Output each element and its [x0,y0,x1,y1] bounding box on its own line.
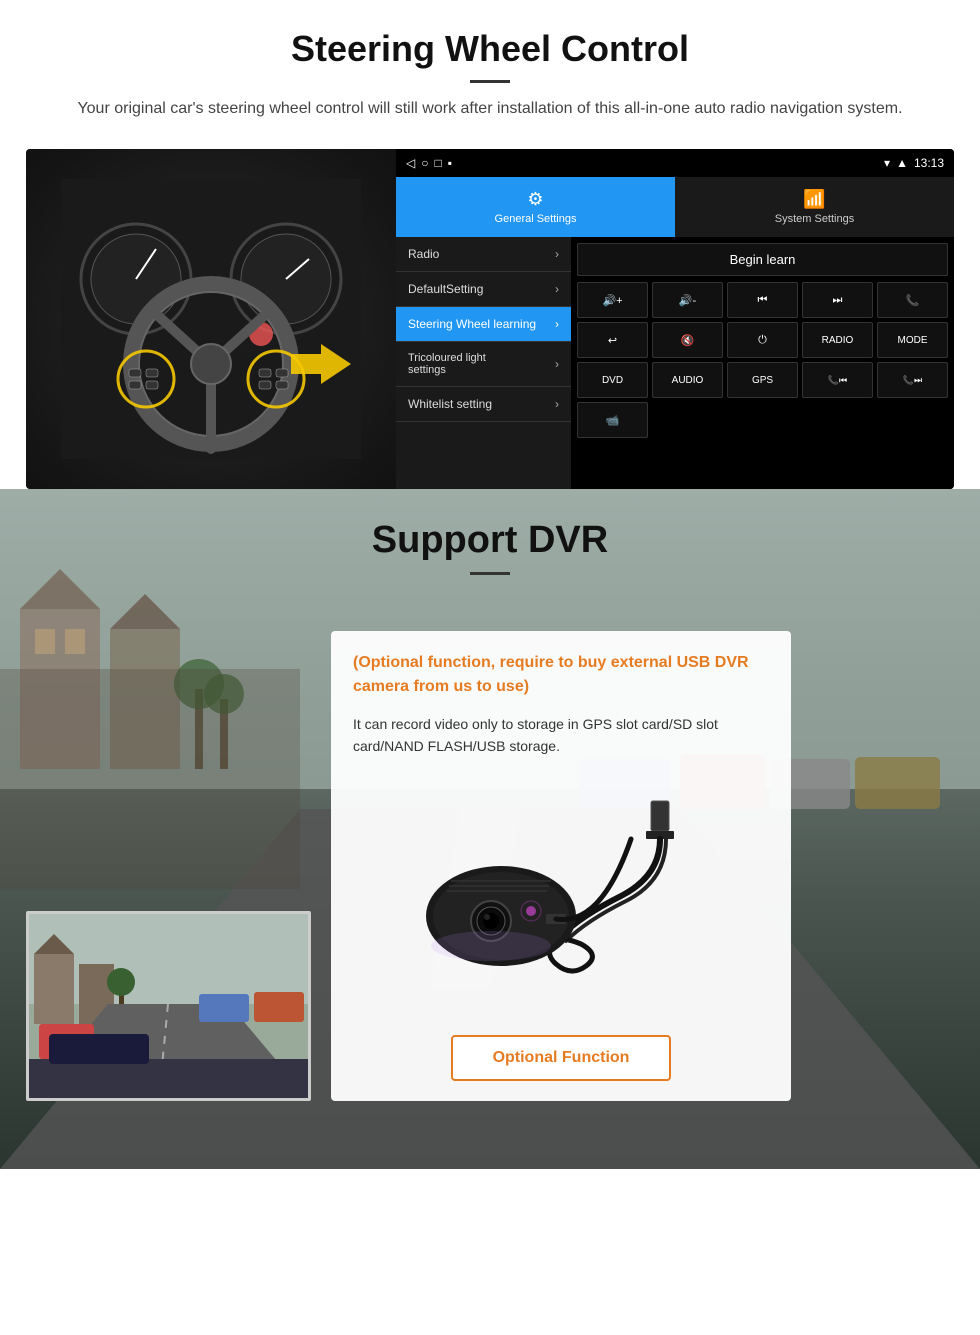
call-prev-button[interactable]: 📞⏮ [802,362,873,398]
settings-gear-icon: ⚙ [527,189,543,210]
dvr-thumbnail [26,911,311,1101]
nav-record-icon: ▪ [448,156,452,170]
chevron-right-icon-3: › [555,317,559,331]
tab-general-settings[interactable]: ⚙ General Settings [396,177,675,237]
menu-item-tricolour[interactable]: Tricoloured lightsettings › [396,342,571,387]
vol-up-button[interactable]: 🔊+ [577,282,648,318]
title-divider [470,80,510,83]
android-ui: ◁ ○ □ ▪ ▾ ▲ 13:13 ⚙ General Settings 📶 S… [396,149,954,489]
android-statusbar: ◁ ○ □ ▪ ▾ ▲ 13:13 [396,149,954,177]
menu-item-steering[interactable]: Steering Wheel learning › [396,307,571,342]
control-panel: Begin learn 🔊+ 🔊- ⏮ ⏭ 📞 ↩ 🔇 ⏻ RADIO MODE… [571,237,954,489]
chevron-right-icon-5: › [555,397,559,411]
next-button[interactable]: ⏭ [802,282,873,318]
chevron-right-icon-2: › [555,282,559,296]
control-buttons-grid: 🔊+ 🔊- ⏮ ⏭ 📞 ↩ 🔇 ⏻ RADIO MODE DVD AUDIO G… [577,282,948,438]
menu-item-radio[interactable]: Radio › [396,237,571,272]
menu-radio-label: Radio [408,247,439,261]
power-button[interactable]: ⏻ [727,322,798,358]
menu-steering-label: Steering Wheel learning [408,317,536,331]
menu-default-label: DefaultSetting [408,282,483,296]
android-content: Radio › DefaultSetting › Steering Wheel … [396,237,954,489]
dvr-button[interactable]: 📹 [577,402,648,438]
status-time: 13:13 [914,156,944,170]
call-button[interactable]: 📞 [877,282,948,318]
call-next-button[interactable]: 📞⏭ [877,362,948,398]
swc-screenshot: ◁ ○ □ ▪ ▾ ▲ 13:13 ⚙ General Settings 📶 S… [26,149,954,489]
system-icon: 📶 [803,189,825,210]
dvr-info-box: (Optional function, require to buy exter… [331,631,791,1101]
swc-header: Steering Wheel Control Your original car… [0,0,980,131]
android-tabs: ⚙ General Settings 📶 System Settings [396,177,954,237]
page-title: Steering Wheel Control [60,28,920,70]
begin-learn-button[interactable]: Begin learn [577,243,948,276]
menu-tricolour-label: Tricoloured lightsettings [408,352,486,376]
vol-down-button[interactable]: 🔊- [652,282,723,318]
dvr-description: It can record video only to storage in G… [353,713,769,758]
dvr-title-divider [470,572,510,575]
dvr-title-area: Support DVR [0,489,980,591]
dvr-thumb-content [29,914,308,1098]
begin-learn-row: Begin learn [577,243,948,276]
chevron-right-icon: › [555,247,559,261]
audio-button[interactable]: AUDIO [652,362,723,398]
dvr-camera-image [353,772,769,1021]
tab-general-label: General Settings [495,213,577,225]
signal-icon: ▾ [884,156,890,170]
dvr-section: Support DVR [0,489,980,1169]
optional-function-button[interactable]: Optional Function [451,1035,671,1081]
steering-wheel-image [26,149,396,489]
mute-button[interactable]: 🔇 [652,322,723,358]
gps-button[interactable]: GPS [727,362,798,398]
dvr-title: Support DVR [0,519,980,562]
back-button[interactable]: ↩ [577,322,648,358]
radio-button[interactable]: RADIO [802,322,873,358]
prev-button[interactable]: ⏮ [727,282,798,318]
nav-back-icon: ◁ [406,156,415,170]
dvr-lower-content: (Optional function, require to buy exter… [0,611,980,1101]
steering-wheel-svg [61,179,361,459]
dvr-thumb-svg [29,914,308,1098]
chevron-right-icon-4: › [555,357,559,371]
section-subtitle: Your original car's steering wheel contr… [70,97,910,121]
menu-item-default[interactable]: DefaultSetting › [396,272,571,307]
dvr-camera-svg [401,796,721,996]
wifi-icon: ▲ [896,156,908,170]
nav-recents-icon: □ [434,156,441,170]
mode-button[interactable]: MODE [877,322,948,358]
dvr-optional-text: (Optional function, require to buy exter… [353,651,769,699]
tab-system-label: System Settings [775,213,854,225]
dvd-button[interactable]: DVD [577,362,648,398]
nav-home-icon: ○ [421,156,428,170]
menu-whitelist-label: Whitelist setting [408,397,492,411]
tab-system-settings[interactable]: 📶 System Settings [675,177,954,237]
menu-item-whitelist[interactable]: Whitelist setting › [396,387,571,422]
menu-list: Radio › DefaultSetting › Steering Wheel … [396,237,571,489]
